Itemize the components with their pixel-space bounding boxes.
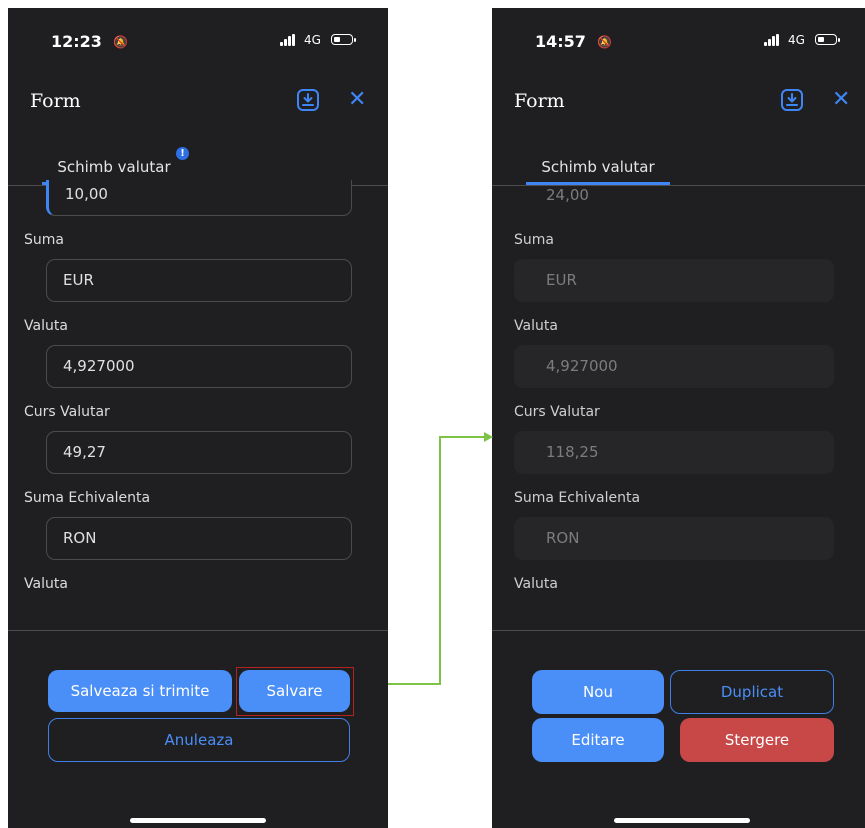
transition-arrow [388,432,493,685]
